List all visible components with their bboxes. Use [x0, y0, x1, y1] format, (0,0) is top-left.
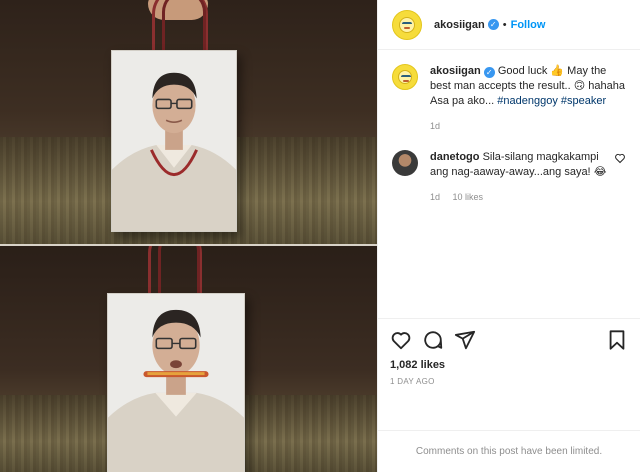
photo-panel-top: [0, 0, 377, 244]
post-timestamp[interactable]: 1 DAY AGO: [390, 377, 628, 386]
verified-badge-icon: ✓: [483, 67, 495, 78]
post-actions: 1,082 likes 1 DAY AGO: [378, 318, 640, 430]
paper-bag-bottom: [107, 293, 245, 472]
paper-bag-top: [111, 50, 237, 232]
likes-count[interactable]: 1,082 likes: [390, 359, 628, 371]
header-username[interactable]: akosiigan: [434, 19, 485, 31]
reply-likes[interactable]: 10 likes: [453, 192, 484, 202]
verified-badge-icon: ✓: [487, 19, 499, 30]
heart-icon[interactable]: [390, 329, 412, 351]
hashtag-link[interactable]: #speaker: [561, 95, 606, 107]
reply-username[interactable]: danetogo: [430, 151, 480, 163]
thumbs-up-emoji: 👍: [550, 65, 565, 77]
separator-dot: •: [502, 18, 507, 31]
comments-list: akosiigan ✓ Good luck 👍 May the best man …: [378, 50, 640, 318]
caption-time[interactable]: 1d: [430, 121, 440, 131]
caption-text-1: Good luck: [497, 65, 548, 77]
hashtag-link[interactable]: #nadenggoy: [497, 95, 558, 107]
portrait-image: [108, 294, 244, 472]
avatar[interactable]: [392, 9, 422, 40]
avatar[interactable]: [392, 64, 418, 90]
reply-time[interactable]: 1d: [430, 192, 440, 202]
comment-icon[interactable]: [422, 329, 444, 351]
reply-comment: danetogo Sila-silang magkakampi ang nag-…: [392, 150, 626, 205]
comments-limited-notice: Comments on this post have been limited.: [378, 430, 640, 472]
caption-username[interactable]: akosiigan: [430, 65, 481, 77]
caption-comment: akosiigan ✓ Good luck 👍 May the best man …: [392, 64, 626, 134]
bookmark-icon[interactable]: [606, 329, 628, 351]
photo-panel-bottom: [0, 246, 377, 472]
heart-icon[interactable]: [614, 152, 626, 164]
laugh-emoji: 😂: [593, 166, 607, 178]
smile-emoji: 🙃: [573, 80, 586, 92]
post-header: akosiigan ✓ • Follow: [378, 0, 640, 50]
post-photo[interactable]: [0, 0, 377, 472]
instagram-post: akosiigan ✓ • Follow akosiigan ✓ Good luc…: [0, 0, 640, 472]
post-sidebar: akosiigan ✓ • Follow akosiigan ✓ Good luc…: [377, 0, 640, 472]
avatar[interactable]: [392, 150, 418, 176]
portrait-image: [112, 51, 236, 231]
share-icon[interactable]: [454, 329, 476, 351]
follow-button[interactable]: Follow: [511, 19, 546, 31]
